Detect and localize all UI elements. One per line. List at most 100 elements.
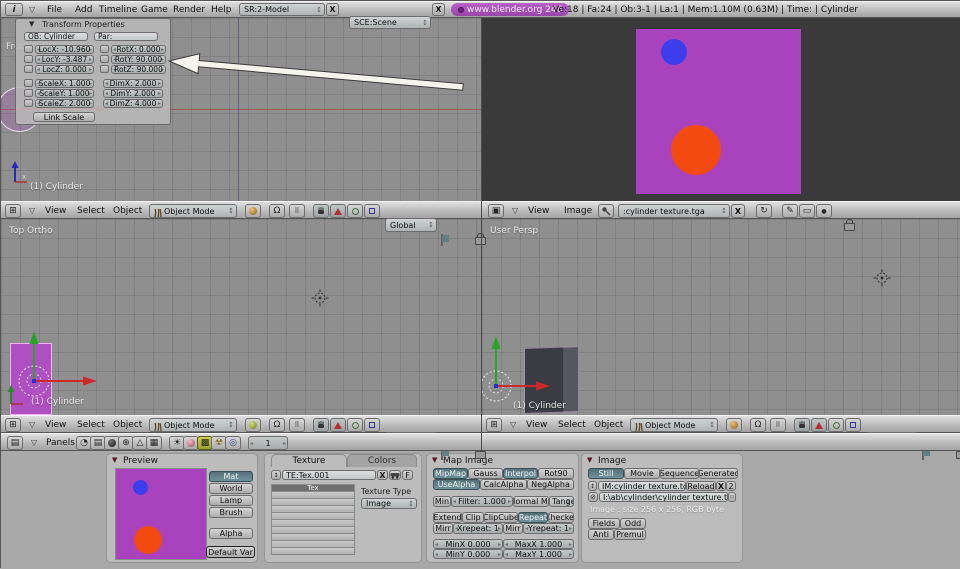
editor-type-icon[interactable]: ⊞ (486, 418, 502, 432)
editor-type-icon[interactable]: ⊞ (5, 418, 21, 432)
collapse-header-icon[interactable]: ▽ (29, 206, 35, 215)
lock-scaley-button[interactable] (24, 89, 33, 97)
maxy-field[interactable]: MaxY 1.000 (503, 549, 574, 559)
lock-locx-button[interactable] (24, 45, 33, 53)
gauss-toggle[interactable]: Gauss (468, 468, 503, 479)
filter-size-field[interactable]: Filter: 1.000 (451, 496, 513, 507)
fields-toggle[interactable]: Fields (588, 518, 620, 529)
preview-mat-button[interactable]: Mat (209, 471, 253, 482)
locz-field[interactable]: LocZ: 0.000 (35, 65, 94, 74)
clipcube-toggle[interactable]: ClipCube (484, 512, 518, 523)
window-type-button[interactable]: i (5, 3, 23, 16)
manipulator-user[interactable] (482, 331, 572, 411)
locx-field[interactable]: LocX: -10.960 (35, 45, 94, 54)
texture-channel-slot[interactable] (271, 547, 355, 555)
mask-icon[interactable]: ▭ (799, 204, 815, 218)
dimz-field[interactable]: DimZ: 4.000 (103, 99, 163, 108)
menu-panels[interactable]: Panels (46, 438, 75, 448)
scale-manipulator-icon[interactable] (364, 204, 380, 218)
manipulator-hand-icon[interactable] (313, 418, 329, 432)
screen-selector[interactable]: SR:2-Model (239, 3, 325, 16)
uv-image-editor[interactable] (482, 18, 960, 201)
mirror-x-toggle[interactable]: Mirr (433, 523, 453, 534)
editor-separator[interactable] (481, 18, 482, 451)
rotate-manipulator-icon[interactable] (828, 418, 844, 432)
translate-manipulator-icon[interactable] (330, 418, 346, 432)
dimy-field[interactable]: DimY: 2.000 (103, 89, 163, 98)
pivot-selector-icon[interactable]: Ω (269, 204, 285, 218)
menu-game[interactable]: Game (141, 5, 168, 15)
scene-close-button[interactable]: X (432, 3, 445, 16)
image-close-button[interactable]: X (716, 481, 726, 491)
menu-object[interactable]: Object (594, 420, 623, 430)
usealpha-toggle[interactable]: UseAlpha (433, 479, 480, 490)
editor-type-icon[interactable]: ⊞ (5, 204, 21, 218)
scene-context-icon[interactable]: ▦ (146, 436, 162, 450)
draw-type-icon[interactable] (245, 418, 261, 432)
rotz-field[interactable]: RotZ: 90.000 (111, 65, 166, 74)
editor-type-icon[interactable]: ▤ (7, 436, 23, 450)
interpol-toggle[interactable]: Interpol (503, 468, 538, 479)
clip-toggle[interactable]: Clip (462, 512, 484, 523)
miny-field[interactable]: MinY 0.000 (433, 549, 503, 559)
pivot-selector-icon[interactable]: Ω (750, 418, 766, 432)
manipulator-hand-icon[interactable] (313, 204, 329, 218)
screen-close-button[interactable]: X (326, 3, 339, 16)
menu-view[interactable]: View (526, 420, 547, 430)
locy-field[interactable]: LocY: -3.487 (35, 55, 94, 64)
source-generated-button[interactable]: Generated (699, 468, 738, 479)
image-datablock-field[interactable]: IM:cylinder texture.tga (598, 481, 686, 491)
viewport-top[interactable]: Top Ortho (1) Cylinder (1, 219, 481, 415)
menu-add[interactable]: Add (75, 5, 92, 15)
menu-image[interactable]: Image (564, 206, 592, 216)
menu-object[interactable]: Object (113, 420, 142, 430)
parent-field[interactable]: Par: (94, 32, 158, 41)
image-close-button[interactable]: X (731, 204, 745, 218)
source-movie-button[interactable]: Movie (624, 468, 660, 479)
scale-manipulator-icon[interactable] (364, 418, 380, 432)
image-datablock-selector[interactable]: :cylinder texture.tga (618, 204, 730, 218)
draw-type-icon[interactable] (245, 204, 261, 218)
lock-locy-button[interactable] (24, 55, 33, 63)
scalex-field[interactable]: ScaleX: 1.000 (35, 79, 94, 88)
rotate-manipulator-icon[interactable] (347, 204, 363, 218)
menu-select[interactable]: Select (77, 420, 105, 430)
negalpha-toggle[interactable]: NegAlpha (527, 479, 574, 490)
menu-timeline[interactable]: Timeline (99, 5, 137, 15)
collapse-menus-icon[interactable]: ▽ (29, 5, 35, 14)
mipmap-toggle[interactable]: MipMap (433, 468, 468, 479)
snap-icon[interactable]: ⠿ (289, 418, 305, 432)
anti-toggle[interactable]: Anti (588, 529, 614, 540)
object-name-field[interactable]: OB: Cylinder (24, 32, 88, 41)
texture-close-button[interactable]: X (377, 470, 388, 480)
viewport-user[interactable]: User Persp (1) Cylinder (482, 219, 960, 415)
lock-locz-button[interactable] (24, 65, 33, 73)
auto-name-icon[interactable] (389, 470, 401, 480)
draw-type-icon[interactable] (726, 418, 742, 432)
pin-icon[interactable] (598, 204, 614, 218)
rotx-field[interactable]: RotX: 0.000 (111, 45, 166, 54)
texture-datablock-field[interactable]: TE:Tex.001 (282, 470, 376, 480)
dot-icon[interactable]: ● (816, 204, 832, 218)
texture-image[interactable] (636, 29, 801, 194)
lock-rotz-button[interactable] (100, 65, 109, 73)
dimx-field[interactable]: DimX: 2.000 (103, 79, 163, 88)
lamp-object[interactable] (311, 289, 329, 307)
lock-scalex-button[interactable] (24, 79, 33, 87)
maxx-field[interactable]: MaxX 1.000 (503, 539, 574, 549)
fake-user-button[interactable]: F (402, 470, 413, 480)
collapse-header-icon[interactable]: ▽ (512, 206, 518, 215)
menu-file[interactable]: File (47, 5, 62, 15)
minx-field[interactable]: MinX 0.000 (433, 539, 503, 549)
lock-scalez-button[interactable] (24, 99, 33, 107)
texture-channel-number[interactable]: 1 (248, 436, 288, 450)
xrepeat-field[interactable]: Xrepeat: 1 (453, 523, 503, 534)
snap-icon[interactable]: ⠿ (289, 204, 305, 218)
scene-selector[interactable]: SCE:Scene (349, 16, 431, 29)
lamp-object[interactable] (873, 269, 891, 287)
collapse-header-icon[interactable]: ▽ (31, 438, 37, 447)
repeat-toggle[interactable]: Repeat (518, 512, 548, 523)
menu-render[interactable]: Render (173, 5, 205, 15)
rotate-manipulator-icon[interactable] (347, 418, 363, 432)
layer-buttons-left[interactable] (441, 234, 443, 246)
